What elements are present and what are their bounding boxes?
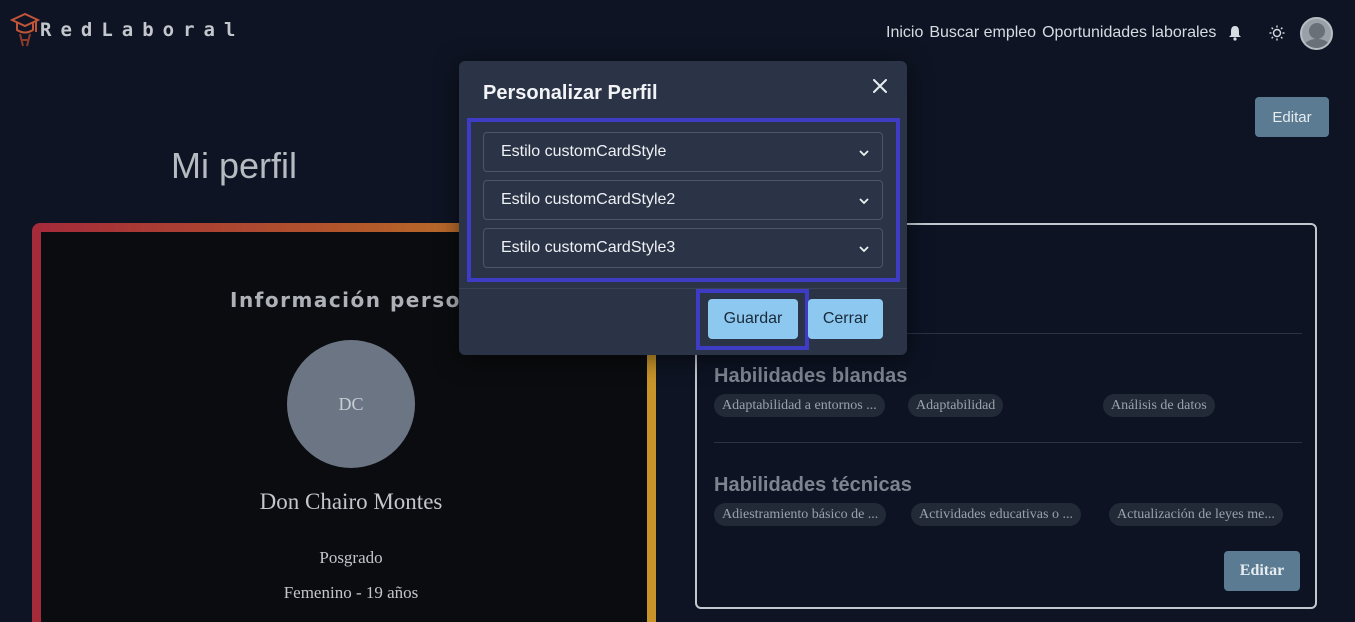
profile-education-level: Posgrado (319, 548, 383, 567)
chevron-down-icon (859, 198, 869, 205)
card-style-select-3[interactable]: Estilo customCardStyle3 (483, 228, 883, 268)
tech-skill-chip: Actualización de leyes me... (1109, 503, 1283, 526)
save-button[interactable]: Guardar (708, 299, 798, 339)
modal-title: Personalizar Perfil (483, 82, 658, 104)
graduation-cap-logo-icon (10, 12, 40, 47)
card-style-select-2[interactable]: Estilo customCardStyle2 (483, 180, 883, 220)
nav-link-oportunidades[interactable]: Oportunidades laborales (1042, 24, 1216, 42)
select-value: Estilo customCardStyle3 (501, 239, 676, 256)
modal-footer-divider (459, 288, 907, 289)
soft-skill-chip: Adaptabilidad (908, 394, 1004, 417)
close-icon[interactable] (869, 75, 891, 97)
brand[interactable]: RedLaboral (10, 12, 244, 48)
profile-gender-age: Femenino - 19 años (283, 583, 419, 602)
select-value: Estilo customCardStyle2 (501, 191, 676, 208)
select-value: Estilo customCardStyle (501, 143, 667, 160)
page-title: Mi perfil (171, 145, 298, 186)
sun-icon[interactable] (1268, 24, 1286, 42)
avatar-head (1308, 23, 1325, 39)
profile-avatar: DC (287, 340, 415, 468)
soft-skills-title: Habilidades blandas (714, 365, 908, 387)
edit-skills-button[interactable]: Editar (1224, 551, 1300, 591)
nav-links: Inicio Buscar empleo Oportunidades labor… (886, 24, 1286, 42)
tech-skill-chip: Adiestramiento básico de ... (714, 503, 887, 526)
chevron-down-icon (859, 246, 869, 253)
tech-skills-title: Habilidades técnicas (714, 474, 912, 496)
nav-link-inicio[interactable]: Inicio (886, 24, 923, 42)
profile-name: Don Chairo Montes (259, 489, 443, 514)
style-select-group: Estilo customCardStyle Estilo customCard… (467, 118, 900, 282)
divider (714, 442, 1302, 443)
user-avatar[interactable] (1300, 17, 1333, 50)
close-button[interactable]: Cerrar (808, 299, 883, 339)
edit-profile-button[interactable]: Editar (1255, 97, 1329, 137)
soft-skill-chip: Análisis de datos (1103, 394, 1215, 417)
chevron-down-icon (859, 150, 869, 157)
soft-skill-chip: Adaptabilidad a entornos ... (714, 394, 885, 417)
bell-icon[interactable] (1226, 24, 1244, 42)
customize-profile-modal: Personalizar Perfil Estilo customCardSty… (459, 61, 907, 355)
avatar-body (1302, 39, 1331, 48)
card-style-select-1[interactable]: Estilo customCardStyle (483, 132, 883, 172)
brand-name: RedLaboral (40, 19, 245, 41)
tech-skill-chip: Actividades educativas o ... (911, 503, 1081, 526)
nav-link-buscar-empleo[interactable]: Buscar empleo (929, 24, 1036, 42)
navbar: RedLaboral Inicio Buscar empleo Oportuni… (0, 0, 1355, 66)
